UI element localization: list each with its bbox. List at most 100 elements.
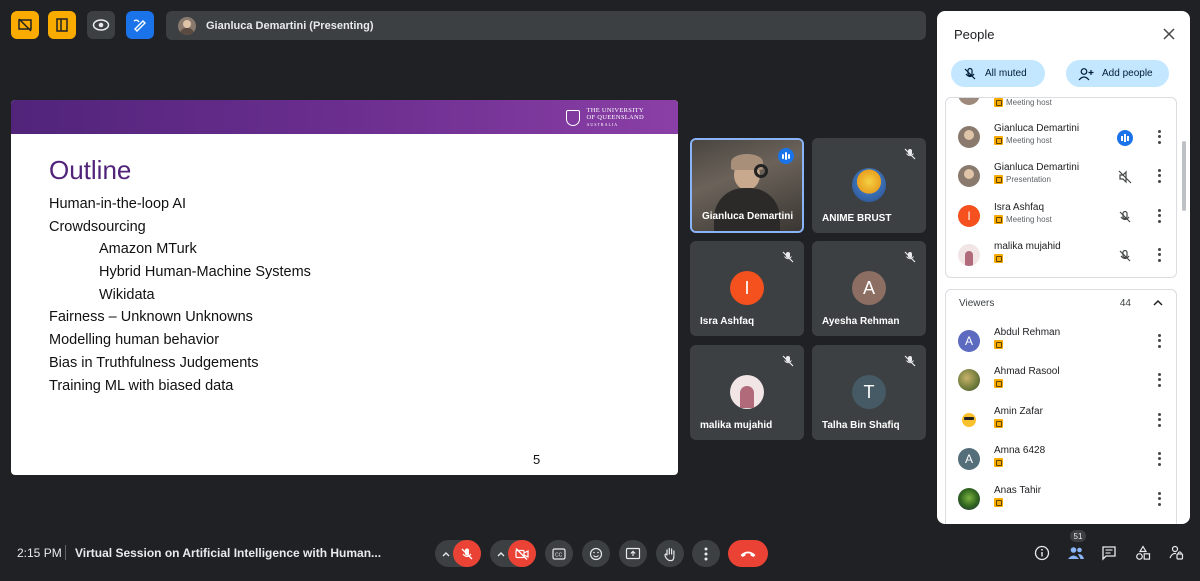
avatar	[958, 488, 980, 510]
add-person-icon	[1078, 67, 1094, 80]
viewers-count: 44	[1119, 298, 1131, 309]
chat-button[interactable]	[1099, 543, 1119, 563]
tile-anime-brust[interactable]: ANIME BRUST	[812, 138, 926, 233]
leave-call-button[interactable]	[728, 540, 768, 567]
tile-malika-mujahid[interactable]: malika mujahid	[690, 345, 804, 440]
list-item[interactable]: A Amna 6428	[946, 441, 1176, 480]
raise-hand-button[interactable]	[656, 540, 684, 567]
presenter-name: Gianluca Demartini (Presenting)	[206, 19, 374, 32]
mic-off-icon	[461, 548, 473, 559]
host-badge-icon	[994, 419, 1003, 428]
more-options-button[interactable]	[692, 540, 720, 567]
tile-name: Isra Ashfaq	[700, 316, 755, 327]
list-item[interactable]: Amin Zafar	[946, 402, 1176, 441]
emoji-icon	[589, 547, 603, 560]
mic-off-icon	[1119, 249, 1131, 262]
more-options-icon[interactable]	[1154, 372, 1164, 388]
presenting-bar[interactable]: Gianluca Demartini (Presenting)	[166, 11, 926, 40]
more-options-icon[interactable]	[1154, 168, 1164, 184]
list-item[interactable]: Gianluca Demartini Meeting host	[946, 119, 1176, 158]
people-panel: People All muted Add people Meeting host…	[937, 11, 1190, 524]
list-item[interactable]: I Isra Ashfaq Meeting host	[946, 198, 1176, 237]
annotate-button[interactable]	[126, 11, 154, 39]
uq-logo: THE UNIVERSITY OF QUEENSLAND AUSTRALIA	[566, 107, 644, 128]
host-controls-button[interactable]	[1166, 543, 1186, 563]
svg-text:CC: CC	[555, 552, 563, 558]
list-item[interactable]: malika mujahid	[946, 237, 1176, 276]
people-button[interactable]	[1066, 543, 1086, 563]
slide-bullets: Human-in-the-loop AI Crowdsourcing Amazo…	[49, 193, 311, 397]
slide-item: Crowdsourcing	[49, 218, 146, 235]
speaking-indicator-icon	[778, 148, 794, 164]
tile-name: malika mujahid	[700, 420, 773, 431]
slide-panel-icon	[56, 18, 68, 32]
host-badge-icon	[994, 254, 1003, 263]
slide-item: Hybrid Human-Machine Systems	[99, 264, 311, 281]
avatar: I	[958, 205, 980, 227]
divider	[65, 545, 66, 560]
slide-panel-button[interactable]	[48, 11, 76, 39]
mic-toggle-button[interactable]	[453, 540, 481, 567]
tile-ayesha-rehman[interactable]: A Ayesha Rehman	[812, 241, 926, 336]
tile-name: Gianluca Demartini	[702, 211, 794, 222]
tile-isra-ashfaq[interactable]: I Isra Ashfaq	[690, 241, 804, 336]
avatar: A	[852, 271, 886, 305]
more-options-icon[interactable]	[1154, 129, 1164, 145]
more-vert-icon	[704, 547, 708, 560]
meeting-title: Virtual Session on Artificial Intelligen…	[75, 546, 382, 560]
list-item[interactable]: Gianluca Demartini Presentation	[946, 158, 1176, 197]
meeting-details-button[interactable]	[1032, 543, 1052, 563]
panel-scrollbar[interactable]	[1182, 141, 1186, 211]
camera-toggle-button[interactable]	[508, 540, 536, 567]
slides-off-button[interactable]	[11, 11, 39, 39]
chat-icon	[1102, 546, 1116, 561]
presenter-avatar	[178, 16, 196, 35]
captions-button[interactable]: CC	[545, 540, 573, 567]
viewers-list: Viewers 44 A Abdul Rehman Ahmad Rasool A…	[945, 289, 1177, 524]
avatar: A	[958, 330, 980, 352]
avatar: I	[730, 271, 764, 305]
host-badge-icon	[994, 340, 1003, 349]
activities-button[interactable]	[1133, 543, 1153, 563]
list-item[interactable]: A Abdul Rehman	[946, 323, 1176, 362]
more-options-icon[interactable]	[1154, 208, 1164, 224]
activities-icon	[1136, 545, 1151, 560]
view-button[interactable]	[87, 11, 115, 39]
speaking-indicator-icon	[1117, 130, 1133, 146]
tile-name: Ayesha Rehman	[822, 316, 900, 327]
chevron-up-icon[interactable]	[1152, 297, 1164, 309]
add-people-button[interactable]: Add people	[1066, 60, 1169, 87]
present-button[interactable]	[619, 540, 647, 567]
avatar	[958, 98, 980, 105]
list-item[interactable]: Ahmad Rasool	[946, 362, 1176, 401]
mic-off-icon	[782, 251, 794, 263]
slide-item: Human-in-the-loop AI	[49, 196, 187, 212]
slide-title: Outline	[49, 155, 132, 185]
more-options-icon[interactable]	[1154, 491, 1164, 507]
list-item[interactable]: Anas Tahir	[946, 481, 1176, 520]
captions-icon: CC	[552, 547, 566, 560]
audio-off-icon	[1118, 170, 1132, 184]
clock: 2:15 PM	[17, 546, 62, 560]
more-options-icon[interactable]	[1154, 247, 1164, 263]
chevron-up-icon[interactable]	[496, 549, 506, 559]
chevron-up-icon[interactable]	[441, 549, 451, 559]
slide-item: Wikidata	[99, 286, 155, 303]
avatar: A	[958, 448, 980, 470]
host-badge-icon	[994, 498, 1003, 507]
list-item[interactable]: Meeting host	[946, 98, 1176, 115]
viewers-header[interactable]: Viewers 44	[946, 290, 1176, 316]
tile-name: ANIME BRUST	[822, 213, 892, 224]
people-count-badge: 51	[1070, 530, 1086, 542]
more-options-icon[interactable]	[1154, 451, 1164, 467]
reactions-button[interactable]	[582, 540, 610, 567]
tile-gianluca[interactable]: Gianluca Demartini	[690, 138, 804, 233]
mic-off-icon	[904, 148, 916, 160]
all-muted-button[interactable]: All muted	[951, 60, 1045, 87]
more-options-icon[interactable]	[1154, 412, 1164, 428]
more-options-icon[interactable]	[1154, 333, 1164, 349]
tile-talha-bin-shafiq[interactable]: T Talha Bin Shafiq	[812, 345, 926, 440]
close-icon[interactable]	[1162, 27, 1176, 41]
slide-item: Training ML with biased data	[49, 377, 234, 394]
people-icon	[1068, 547, 1084, 559]
